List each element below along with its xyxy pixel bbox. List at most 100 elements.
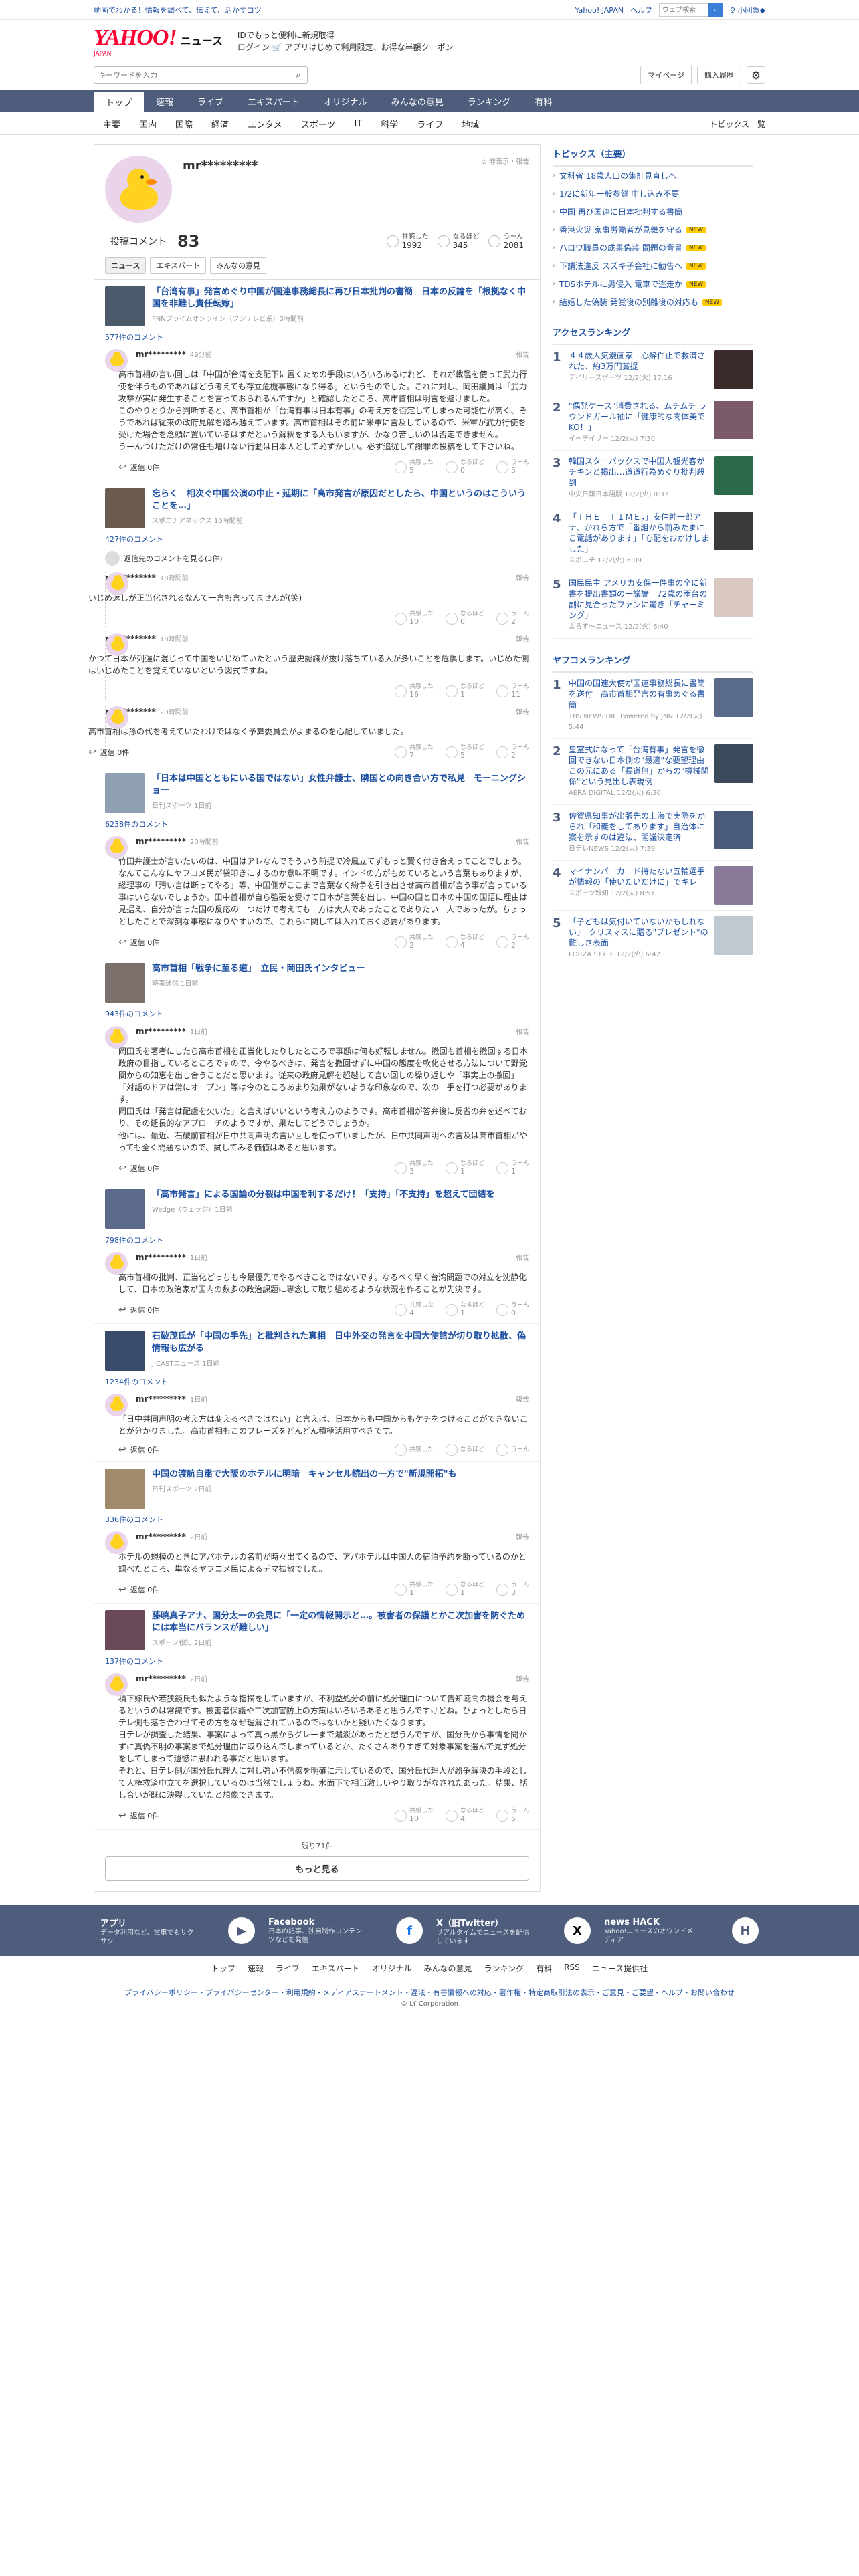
insightful-button[interactable]: なるほど 0	[445, 611, 484, 627]
reply-button[interactable]: ↩ 返信 0件	[118, 1163, 159, 1174]
yahoo-news-logo[interactable]: YAHOO! JAPAN ニュース	[94, 25, 223, 58]
hmm-button[interactable]: うーん 2	[496, 934, 529, 950]
comment-author[interactable]: mr*********	[136, 837, 186, 846]
topic-item[interactable]: › 香港火災 家事労働者が見舞を守る NEW	[553, 221, 753, 239]
ranking-item[interactable]: 4 「ＴＨＥ ＴＩＭＥ，」安住紳一郎アナ、かれら方で「番組から前みたまにこ電話が…	[553, 506, 753, 572]
nav-ranking[interactable]: ランキング	[456, 90, 523, 112]
article-title[interactable]: 石破茂氏が「中国の手先」と批判された真相 日中外交の発言を中国大使館が切り取り拡…	[152, 1331, 529, 1355]
hmm-button[interactable]: うーん 5	[496, 459, 529, 475]
ranking-title[interactable]: 皇室式になって「台湾有事」発言を徹回できない日本側の"最適"な要望理由 この元に…	[569, 744, 712, 787]
ranking-title[interactable]: 佐賀県知事が出張先の上海で実際をかられ「和義をしてあります」自治体に案を示すのは…	[569, 811, 709, 843]
nav-live[interactable]: ライブ	[185, 90, 235, 112]
comment-author[interactable]: mr*********	[136, 1532, 186, 1541]
ranking-item[interactable]: 2 "偶発ケース"消費される、ムチムチ ラウンドガール袖に「健康的な肉体美でKO…	[553, 395, 753, 451]
user-menu[interactable]: ♀ 小団急◆	[730, 5, 765, 15]
reply-button[interactable]: ↩ 返信 0件	[118, 1444, 159, 1455]
promo-line-2[interactable]: ログイン 🛒 アプリはじめて利用限定、お得な半額クーポン	[237, 41, 454, 53]
footer-nav-item[interactable]: ランキング	[484, 1963, 524, 1974]
comment-author[interactable]: mr*********	[136, 1394, 186, 1404]
hmm-button[interactable]: うーん 1	[496, 1160, 529, 1176]
article-card[interactable]: 高市首相「戦争に至る道」 立民・岡田氏インタビュー 時事通信 1日前	[105, 963, 529, 1003]
article-card[interactable]: 「日本は中国とともにいる国ではない」女性弁護士、隣国との向き合い方で私見 モーニ…	[105, 773, 529, 813]
reply-button[interactable]: ↩ 返信 0件	[118, 1305, 159, 1315]
keyword-search-input[interactable]	[94, 70, 290, 80]
footer-nav-item[interactable]: ライブ	[276, 1963, 300, 1974]
comment-count-link[interactable]: 427件のコメント	[105, 534, 529, 544]
footer-nav-item[interactable]: RSS	[564, 1963, 580, 1974]
article-card[interactable]: 「台湾有事」発言めぐり中国が国連事務総長に再び日本批判の書簡 日本の反論を「根拠…	[105, 286, 529, 326]
article-card[interactable]: 「高市発言」による国論の分裂は中国を利するだけ！「支持」「不支持」を超えて団結を…	[105, 1189, 529, 1229]
hmm-button[interactable]: うーん 0	[496, 1302, 529, 1318]
report-link[interactable]: 報告	[516, 572, 529, 582]
footer-nav-item[interactable]: トップ	[211, 1963, 235, 1974]
nav-expert[interactable]: エキスパート	[235, 90, 312, 112]
social-icon[interactable]: f	[396, 1917, 423, 1944]
insightful-button[interactable]: なるほど 1	[445, 1302, 484, 1318]
tab-news[interactable]: ニュース	[105, 257, 147, 274]
agree-button[interactable]: 共感した 10	[394, 1808, 434, 1824]
reply-button[interactable]: ↩ 返信 0件	[118, 462, 159, 473]
ranking-item[interactable]: 1 ４４歳人気漫画家 心酔件止で救済された、約3万円賞提 デイリースポーツ 12…	[553, 345, 753, 395]
mypage-button[interactable]: マイページ	[640, 66, 692, 84]
agree-button[interactable]: 共感した 16	[394, 683, 434, 700]
report-link[interactable]: 報告	[516, 1673, 529, 1683]
report-link[interactable]: 報告	[516, 349, 529, 359]
footer-social-block[interactable]: アプリ データ利用など、電車でもサクサク ▶	[94, 1916, 262, 1946]
agree-button[interactable]: 共感した 1	[394, 1582, 434, 1598]
subnav-economy[interactable]: 経済	[202, 118, 238, 130]
report-link[interactable]: 報告	[516, 1531, 529, 1541]
hmm-button[interactable]: うーん 11	[496, 683, 529, 700]
footer-social-block[interactable]: X（旧Twitter） リアルタイムでニュースを配信しています X	[430, 1916, 597, 1946]
hmm-button[interactable]: うーん 3	[496, 1582, 529, 1598]
topic-item[interactable]: › 結婚した偽装 発覚後の別離後の対応も NEW	[553, 293, 753, 311]
social-icon[interactable]: X	[564, 1917, 591, 1944]
hide-report-link[interactable]: ⊘ 非表示・報告	[481, 156, 529, 166]
article-title[interactable]: 「台湾有事」発言めぐり中国が国連事務総長に再び日本批判の書簡 日本の反論を「根拠…	[152, 286, 529, 310]
report-link[interactable]: 報告	[516, 633, 529, 643]
comment-author[interactable]: mr*********	[136, 1253, 186, 1262]
subnav-science[interactable]: 科学	[371, 118, 407, 130]
ranking-item[interactable]: 5 「子どもは気付いていないかもしれない」 クリスマスに贈る"プレゼント"の難し…	[553, 911, 753, 966]
hmm-button[interactable]: うーん 5	[496, 1808, 529, 1824]
reply-button[interactable]: ↩ 返信 0件	[118, 1810, 159, 1821]
ranking-title[interactable]: ４４歳人気漫画家 心酔件止で救済された、約3万円賞提	[569, 350, 709, 372]
comment-count-link[interactable]: 943件のコメント	[105, 1008, 529, 1019]
ranking-title[interactable]: 「ＴＨＥ ＴＩＭＥ，」安住紳一郎アナ、かれら方で「番組から前みたまにこ電話があり…	[569, 512, 709, 554]
reply-button[interactable]: ↩ 返信 0件	[88, 747, 129, 758]
hmm-button[interactable]: うーん	[496, 1444, 529, 1456]
topic-item[interactable]: › 下請法違反 スズキ子会社に勧告へ NEW	[553, 257, 753, 275]
agree-button[interactable]: 共感した 10	[394, 611, 434, 627]
agree-button[interactable]: 共感した	[394, 1444, 434, 1456]
article-card[interactable]: 藤曉真子アナ、国分太一の会見に「一定の情報開示と…。被害者の保護とかこ次加害を防…	[105, 1610, 529, 1650]
article-card[interactable]: 忘らく 相次ぐ中国公演の中止・延期に「高市発言が原因だとしたら、中国というのはこ…	[105, 488, 529, 528]
help-link[interactable]: ヘルプ	[630, 5, 652, 15]
report-link[interactable]: 報告	[516, 1026, 529, 1036]
hmm-button[interactable]: うーん 2	[496, 611, 529, 627]
subnav-international[interactable]: 国際	[166, 118, 202, 130]
article-title[interactable]: 高市首相「戦争に至る道」 立民・岡田氏インタビュー	[152, 963, 365, 975]
article-card[interactable]: 石破茂氏が「中国の手先」と批判された真相 日中外交の発言を中国大使館が切り取り拡…	[105, 1331, 529, 1371]
gear-icon[interactable]: ⚙	[747, 66, 765, 84]
agree-button[interactable]: 共感した 5	[394, 459, 434, 475]
ranking-title[interactable]: 中国の国連大使が国連事務総長に書簡を送付 高市首相発言の有事めぐる書簡	[569, 678, 709, 710]
ranking-title[interactable]: 韓国スターバックスで中国人観光客がチキンと掲出…道道行為めぐり批判殺到	[569, 456, 709, 488]
report-link[interactable]: 報告	[516, 706, 529, 716]
subnav-life[interactable]: ライフ	[407, 118, 452, 130]
yahoo-japan-link[interactable]: Yahoo! JAPAN	[575, 6, 624, 15]
subnav-it[interactable]: IT	[345, 119, 371, 129]
agree-button[interactable]: 共感した 7	[394, 744, 434, 760]
article-title[interactable]: 「日本は中国とともにいる国ではない」女性弁護士、隣国との向き合い方で私見 モーニ…	[152, 773, 529, 797]
comment-count-link[interactable]: 1234件のコメント	[105, 1376, 529, 1387]
ranking-title[interactable]: 国民民主 アメリカ安保一件事の全に新書を提出書類の一議論 72歳の雨台の副に見合…	[569, 578, 709, 621]
social-icon[interactable]: ▶	[228, 1917, 255, 1944]
ranking-item[interactable]: 3 佐賀県知事が出張先の上海で実際をかられ「和義をしてあります」自治体に案を示す…	[553, 805, 753, 861]
footer-social-block[interactable]: Facebook 日本の記事、独自制作コンテンツなどを発信 f	[262, 1917, 430, 1945]
footer-nav-item[interactable]: みんなの意見	[424, 1963, 472, 1974]
report-link[interactable]: 報告	[516, 1252, 529, 1262]
ranking-title[interactable]: マイナンバーカード持たない五輪選手が情報の「使いたいだけに」でキレ	[569, 866, 709, 887]
subnav-main[interactable]: 主要	[94, 118, 130, 130]
reply-button[interactable]: ↩ 返信 0件	[118, 1584, 159, 1595]
hmm-button[interactable]: うーん 2	[496, 744, 529, 760]
tab-expert[interactable]: エキスパート	[150, 257, 207, 274]
comment-count-link[interactable]: 6238件のコメント	[105, 819, 529, 829]
